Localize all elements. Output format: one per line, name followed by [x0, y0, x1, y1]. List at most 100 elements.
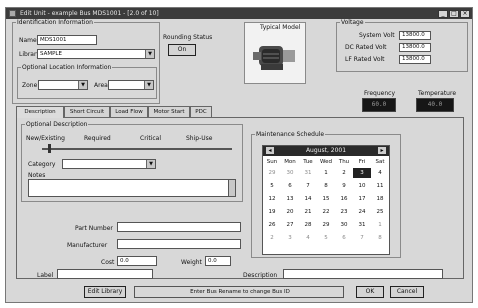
calendar-day[interactable]: 20: [281, 207, 299, 217]
calendar-day[interactable]: 2: [335, 168, 353, 178]
calendar-day[interactable]: 1: [317, 168, 335, 178]
tab-description[interactable]: Description: [16, 106, 64, 118]
category-select[interactable]: ▼: [62, 159, 156, 169]
calendar-weekday: Sat: [375, 159, 385, 165]
calendar-day[interactable]: 16: [335, 194, 353, 204]
motor-image: [253, 46, 295, 70]
calendar-month-title: August, 2001: [305, 147, 347, 154]
system-volt-input[interactable]: 13800.0: [399, 31, 431, 40]
part-number-input[interactable]: [117, 222, 241, 232]
calendar-day[interactable]: 7: [353, 233, 371, 243]
tab-pdc[interactable]: PDC: [190, 106, 212, 117]
calendar-day[interactable]: 21: [299, 207, 317, 217]
notes-input[interactable]: [28, 179, 236, 197]
rounding-status-label: Rounding Status: [163, 34, 213, 41]
maintenance-calendar[interactable]: ◂ August, 2001 ▸ Sun Mon Tue Wed Thu Fri Sat 2…: [262, 145, 390, 255]
calendar-day[interactable]: 3: [281, 233, 299, 243]
calendar-day[interactable]: 15: [317, 194, 335, 204]
cost-input[interactable]: 0.0: [117, 256, 157, 266]
calendar-day[interactable]: 5: [317, 233, 335, 243]
optional-description-label: Optional Description: [25, 121, 89, 128]
maximize-button[interactable]: □: [449, 10, 459, 18]
app-icon: [9, 10, 16, 17]
slider-label-ship-use: Ship-Use: [186, 135, 213, 142]
calendar-day[interactable]: 11: [371, 181, 389, 191]
minimize-button[interactable]: _: [438, 10, 448, 18]
calendar-day[interactable]: 8: [317, 181, 335, 191]
calendar-day[interactable]: 30: [335, 220, 353, 230]
weight-label: Weight: [181, 259, 202, 266]
calendar-day[interactable]: 13: [281, 194, 299, 204]
calendar-day[interactable]: 30: [281, 168, 299, 178]
name-input[interactable]: MDS1001: [37, 35, 97, 45]
calendar-day[interactable]: 6: [335, 233, 353, 243]
system-volt-label: System Volt: [359, 32, 395, 39]
area-label: Area: [94, 82, 108, 89]
dc-rated-volt-input[interactable]: 13800.0: [399, 43, 431, 52]
calendar-day[interactable]: 5: [263, 181, 281, 191]
title-bar: Edit Unit - example Bus MDS1001 - [2.0 o…: [6, 8, 472, 19]
calendar-day[interactable]: 6: [281, 181, 299, 191]
area-select[interactable]: ▼: [108, 80, 154, 90]
notes-scrollbar[interactable]: [228, 179, 236, 197]
library-value: SAMPLE: [40, 51, 62, 57]
calendar-day[interactable]: 4: [371, 168, 389, 178]
calendar-day[interactable]: 31: [299, 168, 317, 178]
part-number-label: Part Number: [75, 225, 113, 232]
calendar-day[interactable]: 26: [263, 220, 281, 230]
calendar-weekday: Tue: [303, 159, 313, 165]
edit-library-button[interactable]: Edit Library: [84, 286, 126, 298]
calendar-day[interactable]: 2: [263, 233, 281, 243]
calendar-day[interactable]: 24: [353, 207, 371, 217]
importance-slider-thumb[interactable]: [48, 144, 51, 153]
label-input[interactable]: [57, 269, 153, 279]
optional-location-label: Optional Location Information: [21, 64, 113, 71]
calendar-day[interactable]: 10: [353, 181, 371, 191]
calendar-day[interactable]: 22: [317, 207, 335, 217]
calendar-day[interactable]: 4: [299, 233, 317, 243]
calendar-day[interactable]: 29: [317, 220, 335, 230]
chevron-down-icon[interactable]: ▼: [146, 160, 155, 168]
tab-motor-start[interactable]: Motor Start: [148, 106, 190, 117]
library-select[interactable]: SAMPLE ▼: [37, 49, 155, 59]
calendar-next-button[interactable]: ▸: [378, 147, 386, 154]
description-input[interactable]: [283, 269, 443, 279]
calendar-day[interactable]: 8: [371, 233, 389, 243]
manufacturer-input[interactable]: [117, 239, 241, 249]
tab-short-circuit[interactable]: Short Circuit: [64, 106, 110, 117]
description-label: Description: [243, 272, 278, 279]
calendar-day[interactable]: 1: [371, 220, 389, 230]
lf-rated-volt-label: LF Rated Volt: [345, 56, 385, 63]
calendar-day[interactable]: 27: [281, 220, 299, 230]
status-bar: Enter Bus Rename to change Bus ID: [134, 286, 344, 298]
calendar-day[interactable]: 29: [263, 168, 281, 178]
calendar-day[interactable]: 31: [353, 220, 371, 230]
calendar-weekday: Mon: [284, 159, 296, 165]
calendar-day[interactable]: 7: [299, 181, 317, 191]
calendar-day[interactable]: 9: [335, 181, 353, 191]
calendar-day[interactable]: 14: [299, 194, 317, 204]
calendar-day[interactable]: 19: [263, 207, 281, 217]
close-button[interactable]: ×: [460, 10, 470, 18]
notes-label: Notes: [28, 172, 46, 179]
rounding-on-button[interactable]: On: [168, 44, 196, 56]
ok-button[interactable]: OK: [356, 286, 384, 298]
calendar-day[interactable]: 28: [299, 220, 317, 230]
chevron-down-icon[interactable]: ▼: [145, 50, 154, 58]
calendar-day[interactable]: 12: [263, 194, 281, 204]
lf-rated-volt-input[interactable]: 13800.0: [399, 55, 431, 64]
chevron-down-icon[interactable]: ▼: [78, 81, 87, 89]
calendar-day-selected[interactable]: 3: [353, 168, 371, 178]
chevron-down-icon[interactable]: ▼: [144, 81, 153, 89]
calendar-day[interactable]: 23: [335, 207, 353, 217]
importance-slider-track[interactable]: [42, 148, 232, 150]
tab-load-flow[interactable]: Load Flow: [110, 106, 148, 117]
weight-input[interactable]: 0.0: [205, 256, 231, 266]
typical-model-label: Typical Model: [260, 24, 301, 31]
calendar-day[interactable]: 25: [371, 207, 389, 217]
zone-select[interactable]: ▼: [38, 80, 88, 90]
calendar-day[interactable]: 17: [353, 194, 371, 204]
calendar-weekday: Sun: [266, 159, 278, 165]
cancel-button[interactable]: Cancel: [390, 286, 424, 298]
calendar-day[interactable]: 18: [371, 194, 389, 204]
